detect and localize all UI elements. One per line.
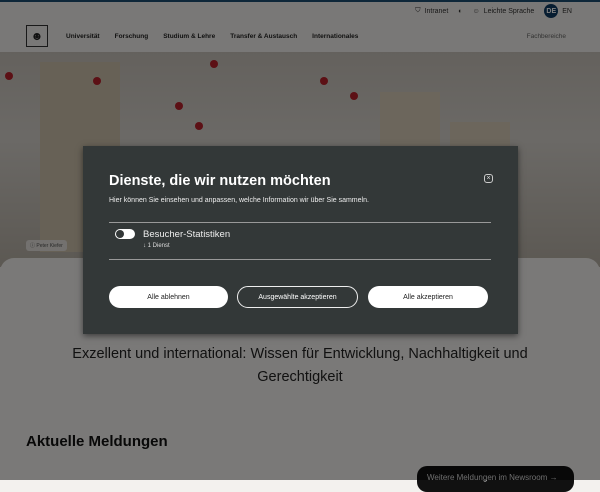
divider: [109, 259, 491, 260]
service-count[interactable]: ↓ 1 Dienst: [143, 243, 170, 249]
service-toggle[interactable]: [115, 229, 135, 239]
consent-description: Hier können Sie einsehen und anpassen, w…: [109, 197, 369, 204]
close-icon[interactable]: ×: [484, 174, 493, 183]
accept-all-button[interactable]: Alle akzeptieren: [368, 286, 488, 308]
divider: [109, 222, 491, 223]
consent-title: Dienste, die wir nutzen möchten: [109, 173, 331, 189]
accept-selected-button[interactable]: Ausgewählte akzeptieren: [237, 286, 358, 308]
service-name[interactable]: Besucher-Statistiken: [143, 229, 230, 240]
consent-dialog: Dienste, die wir nutzen möchten × Hier k…: [83, 146, 518, 334]
reject-all-button[interactable]: Alle ablehnen: [109, 286, 228, 308]
